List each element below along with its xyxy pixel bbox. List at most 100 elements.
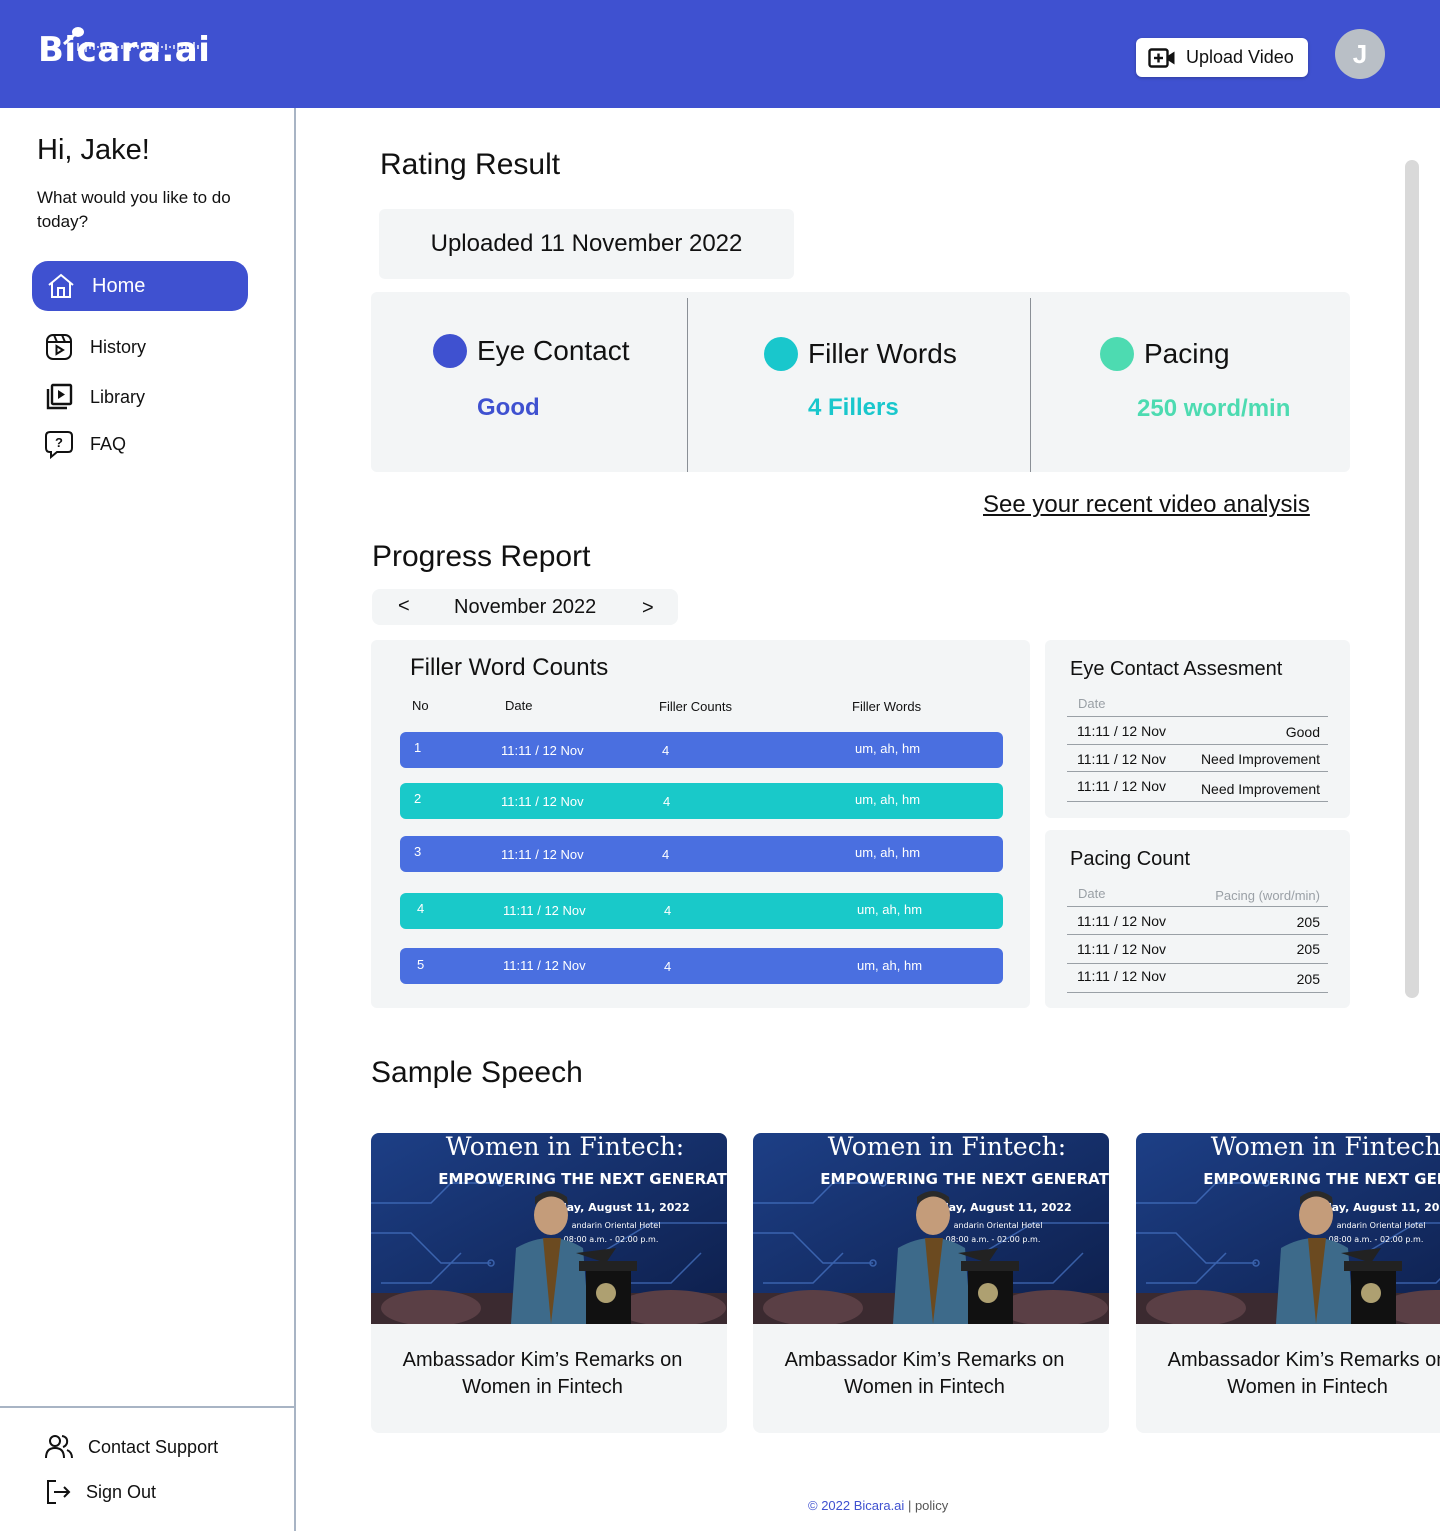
row-no: 3 (414, 844, 422, 859)
current-month: November 2022 (454, 596, 597, 618)
divider (1030, 298, 1031, 472)
thumbnail-text: andarin Oriental Hotel (572, 1221, 661, 1230)
policy-link[interactable]: policy (915, 1498, 948, 1513)
metric-title: Eye Contact (477, 335, 630, 366)
contact-support-icon (45, 1435, 73, 1459)
greeting: Hi, Jake! (37, 134, 150, 166)
contact-support-label: Contact Support (88, 1436, 219, 1457)
svg-text:?: ? (55, 435, 63, 450)
card-title: Eye Contact Assesment (1070, 658, 1283, 680)
prev-month-button[interactable]: < (398, 595, 410, 618)
divider (687, 298, 688, 472)
table-row[interactable]: 4 11:11 / 12 Nov 4 um, ah, hm (400, 893, 1003, 929)
video-add-icon (1148, 47, 1175, 68)
speech-card[interactable]: Women in Fintech: EMPOWERING THE NEXT GE… (371, 1133, 727, 1433)
divider (1067, 934, 1328, 935)
speech-card[interactable]: Women in Fintech: EMPOWERING THE NEXT GE… (753, 1133, 1109, 1433)
row-words: um, ah, hm (857, 902, 923, 917)
recent-analysis-link[interactable]: See your recent video analysis (983, 491, 1310, 519)
thumbnail-text: sday, August 11, 2022 (1317, 1201, 1440, 1214)
column-header: No (412, 698, 429, 713)
rating-result-heading: Rating Result (380, 148, 561, 181)
home-icon (48, 273, 74, 298)
table-row[interactable]: 2 11:11 / 12 Nov 4 um, ah, hm (400, 783, 1003, 819)
row-count: 4 (663, 794, 671, 809)
sidebar-item-home[interactable]: Home (32, 261, 248, 311)
row-date: 11:11 / 12 Nov (1077, 968, 1166, 984)
next-month-button[interactable]: > (642, 597, 654, 620)
divider (1067, 801, 1328, 802)
scrollbar[interactable] (1405, 160, 1419, 998)
sidebar-item-faq[interactable]: ? FAQ (44, 429, 126, 459)
row-no: 2 (414, 791, 422, 806)
row-date: 11:11 / 12 Nov (503, 903, 586, 918)
filler-words-metric: Filler Words (764, 337, 957, 371)
video-thumbnail: Women in Fintech: EMPOWERING THE NEXT GE… (371, 1133, 727, 1324)
row-value: Good (1285, 724, 1320, 740)
row-value: 205 (1296, 914, 1320, 930)
column-header: Filler Counts (659, 699, 732, 714)
sign-out-button[interactable]: Sign Out (44, 1478, 156, 1506)
row-date: 11:11 / 12 Nov (1077, 723, 1166, 739)
eye-contact-metric: Eye Contact (433, 334, 630, 368)
copyright-text: © 2022 Bicara.ai (808, 1498, 905, 1513)
upload-video-button[interactable]: Upload Video (1136, 38, 1308, 77)
divider (1067, 963, 1328, 964)
footer-separator: | (907, 1498, 912, 1513)
row-date: 11:11 / 12 Nov (1077, 751, 1166, 767)
faq-icon: ? (45, 431, 73, 459)
sidebar-item-label: Library (90, 386, 146, 407)
row-no: 1 (414, 740, 422, 755)
speech-title: Ambassador Kim’s Remarks on Women in Fin… (1167, 1349, 1440, 1398)
eye-contact-assessment-card: Eye Contact Assesment Date 11:11 / 12 No… (1045, 640, 1350, 818)
sidebar-item-library[interactable]: Library (44, 382, 145, 412)
greeting-subtitle: What would you like to do today? (37, 188, 231, 231)
row-no: 5 (417, 957, 425, 972)
thumbnail-text: 08:00 a.m. - 02.00 p.m. (564, 1235, 659, 1244)
thumbnail-text: Women in Fintech: (1211, 1133, 1440, 1161)
speech-card[interactable]: Women in Fintech: EMPOWERING THE NEXT GE… (1136, 1133, 1440, 1433)
table-row[interactable]: 3 11:11 / 12 Nov 4 um, ah, hm (400, 836, 1003, 872)
divider (1067, 744, 1328, 745)
filler-words-dot (764, 337, 798, 371)
sign-out-icon (47, 1480, 71, 1504)
progress-report-heading: Progress Report (372, 540, 591, 573)
metric-title: Pacing (1144, 338, 1230, 369)
thumbnail-text: EMPOWERING THE NEXT GENERATION (438, 1170, 727, 1188)
column-header: Pacing (word/min) (1215, 888, 1320, 903)
column-header: Filler Words (852, 699, 922, 714)
month-selector: < November 2022 > (372, 589, 678, 625)
sidebar-item-label: FAQ (90, 433, 127, 454)
row-value: Need Improvement (1200, 751, 1320, 767)
thumbnail-text: sday, August 11, 2022 (552, 1201, 689, 1214)
sidebar-item-label: Home (92, 274, 146, 297)
avatar[interactable]: J (1335, 29, 1385, 79)
footer: © 2022 Bicara.ai | policy (808, 1498, 948, 1513)
table-row[interactable]: 1 11:11 / 12 Nov 4 um, ah, hm (400, 732, 1003, 768)
row-count: 4 (664, 903, 672, 918)
video-thumbnail: Women in Fintech: EMPOWERING THE NEXT GE… (1136, 1133, 1440, 1324)
table-row[interactable]: 5 11:11 / 12 Nov 4 um, ah, hm (400, 948, 1003, 984)
divider (1067, 771, 1328, 772)
top-bar: Bicara.ai Upload Video J (0, 0, 1440, 108)
row-value: Need Improvement (1200, 781, 1320, 797)
sidebar-item-history[interactable]: History (44, 332, 146, 362)
speech-title: Ambassador Kim’s Remarks on Women in Fin… (402, 1349, 683, 1398)
filler-words-value: 4 Fillers (808, 394, 899, 421)
contact-support-link[interactable]: Contact Support (44, 1432, 218, 1462)
pacing-value: 250 word/min (1137, 395, 1291, 422)
row-words: um, ah, hm (855, 845, 921, 860)
speech-title: Ambassador Kim’s Remarks on Women in Fin… (784, 1349, 1065, 1398)
soundwave-icon (77, 42, 203, 52)
thumbnail-text: EMPOWERING THE NEXT GENERATION (1203, 1170, 1440, 1188)
filler-word-counts-card: Filler Word Counts No Date Filler Counts… (371, 640, 1030, 1008)
column-header: Date (505, 698, 533, 713)
pacing-dot (1100, 337, 1134, 371)
card-title: Filler Word Counts (410, 654, 609, 681)
row-words: um, ah, hm (855, 741, 921, 756)
sample-speech-heading: Sample Speech (371, 1056, 583, 1089)
upload-video-label: Upload Video (1186, 47, 1294, 67)
card-title: Pacing Count (1070, 848, 1191, 870)
divider (1067, 906, 1328, 907)
row-date: 11:11 / 12 Nov (501, 847, 584, 862)
